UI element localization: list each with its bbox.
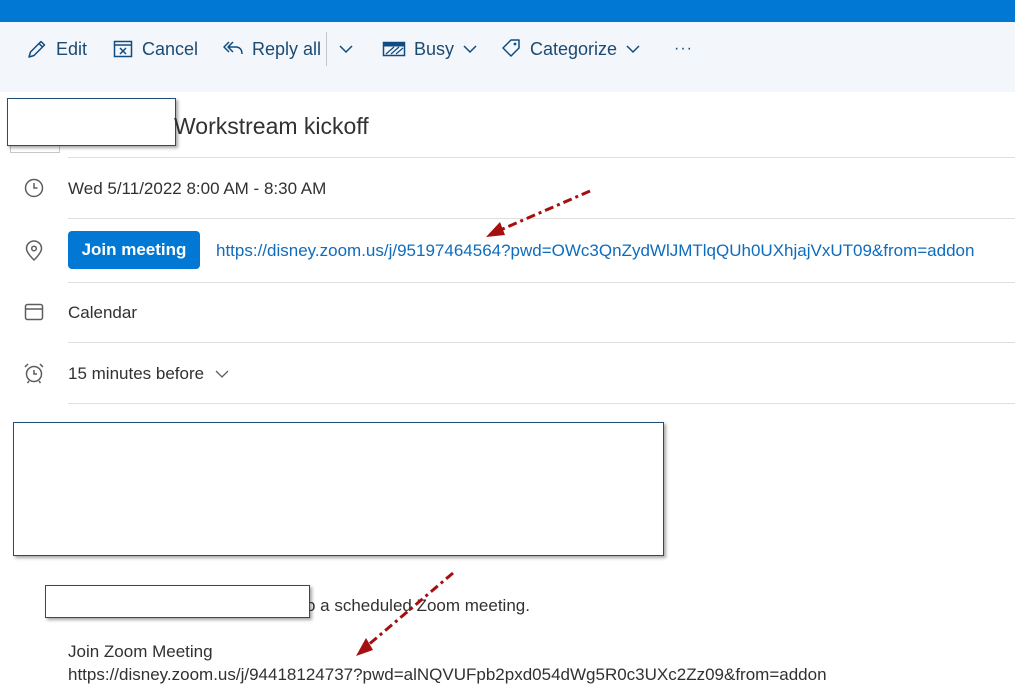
event-datetime: Wed 5/11/2022 8:00 AM - 8:30 AM [68, 179, 327, 198]
categorize-dropdown[interactable]: Categorize [500, 22, 641, 76]
divider [68, 282, 1015, 283]
alarm-clock-icon [24, 363, 44, 384]
redacted-box [45, 585, 310, 618]
chevron-down-icon [215, 370, 229, 378]
join-zoom-heading: Join Zoom Meeting [68, 642, 213, 661]
tag-icon [502, 39, 520, 57]
reply-all-icon [223, 41, 243, 55]
calendar-name: Calendar [68, 303, 137, 322]
divider [68, 403, 1015, 404]
redacted-box [13, 422, 664, 556]
reminder-label: 15 minutes before [68, 364, 205, 383]
busy-dropdown[interactable]: Busy [382, 22, 478, 76]
join-meeting-button[interactable]: Join meeting [68, 231, 200, 269]
invite-text: o a scheduled Zoom meeting. [306, 596, 530, 615]
edit-label: Edit [56, 38, 88, 59]
divider [68, 157, 1015, 158]
busy-status-icon [382, 41, 406, 57]
reminder-dropdown[interactable]: 15 minutes before [68, 364, 230, 384]
zoom-join-link[interactable]: https://disney.zoom.us/j/94418124737?pwd… [68, 665, 827, 685]
reply-options-chevron[interactable] [338, 22, 354, 76]
chevron-down-icon [339, 45, 353, 54]
divider [68, 218, 1015, 219]
edit-button[interactable]: Edit [26, 22, 87, 76]
pencil-icon [28, 40, 46, 58]
redacted-box [7, 98, 176, 146]
location-pin-icon [25, 240, 43, 262]
event-title: Workstream kickoff [174, 113, 369, 139]
app-header-bar [0, 0, 1015, 22]
cancel-label: Cancel [142, 38, 199, 59]
more-options-button[interactable]: ··· [674, 22, 693, 76]
more-options-icon: ··· [674, 40, 693, 57]
busy-label: Busy [414, 38, 455, 59]
calendar-icon [24, 303, 44, 321]
chevron-down-icon [463, 45, 477, 54]
event-toolbar: Edit Cancel Reply all Busy Categorize ··… [0, 22, 1015, 76]
toolbar-divider [326, 32, 327, 66]
toolbar-spacer [0, 76, 1015, 92]
divider [68, 342, 1015, 343]
cancel-button[interactable]: Cancel [112, 22, 198, 76]
cancel-calendar-icon [113, 40, 133, 58]
chevron-down-icon [626, 45, 640, 54]
clock-icon [24, 178, 44, 198]
reply-all-button[interactable]: Reply all [222, 22, 321, 76]
meeting-link[interactable]: https://disney.zoom.us/j/95197464564?pwd… [216, 241, 974, 261]
reply-all-label: Reply all [252, 38, 322, 59]
categorize-label: Categorize [530, 38, 618, 59]
